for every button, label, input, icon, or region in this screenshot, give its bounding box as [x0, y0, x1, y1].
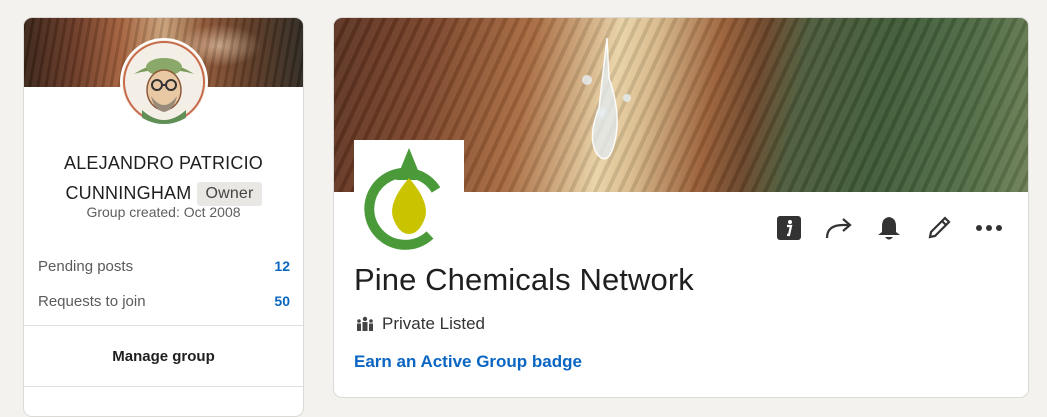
owner-name-line1: ALEJANDRO PATRICIO: [64, 153, 263, 173]
resin-drop-image: [582, 38, 631, 160]
more-icon: [976, 225, 1002, 231]
divider: [24, 325, 303, 326]
more-options-button[interactable]: [972, 213, 1006, 243]
edit-button[interactable]: [922, 213, 956, 243]
pending-posts-count: 12: [274, 258, 290, 274]
people-icon: [357, 316, 373, 331]
owner-name[interactable]: ALEJANDRO PATRICIO CUNNINGHAM Owner: [24, 148, 303, 208]
owner-avatar[interactable]: [120, 38, 208, 126]
divider: [24, 386, 303, 387]
edit-icon: [928, 216, 951, 239]
notifications-button[interactable]: [872, 213, 906, 243]
group-actions-toolbar: [772, 213, 1006, 243]
group-title: Pine Chemicals Network: [354, 262, 694, 297]
pending-posts-label: Pending posts: [38, 258, 134, 275]
requests-to-join-count: 50: [274, 293, 290, 309]
manage-group-button[interactable]: Manage group: [24, 348, 303, 365]
group-privacy-label: Private Listed: [382, 314, 485, 333]
requests-to-join-row[interactable]: Requests to join 50: [38, 293, 290, 315]
owner-card: ALEJANDRO PATRICIO CUNNINGHAM Owner Group…: [23, 17, 304, 417]
group-privacy: Private Listed: [356, 314, 485, 334]
group-created-date: Group created: Oct 2008: [86, 204, 241, 220]
requests-to-join-label: Requests to join: [38, 293, 146, 310]
earn-active-group-badge-link[interactable]: Earn an Active Group badge: [354, 352, 582, 372]
pending-posts-row[interactable]: Pending posts 12: [38, 258, 290, 280]
bell-icon: [878, 217, 900, 240]
group-header-card: Pine Chemicals Network Private Listed Ea…: [333, 17, 1029, 398]
info-button[interactable]: [772, 213, 806, 243]
owner-name-line2: CUNNINGHAM: [65, 183, 192, 203]
owner-role-badge: Owner: [197, 182, 262, 206]
share-icon: [825, 218, 852, 239]
group-logo[interactable]: [354, 140, 464, 250]
info-icon: [777, 216, 801, 240]
share-button[interactable]: [822, 213, 856, 243]
